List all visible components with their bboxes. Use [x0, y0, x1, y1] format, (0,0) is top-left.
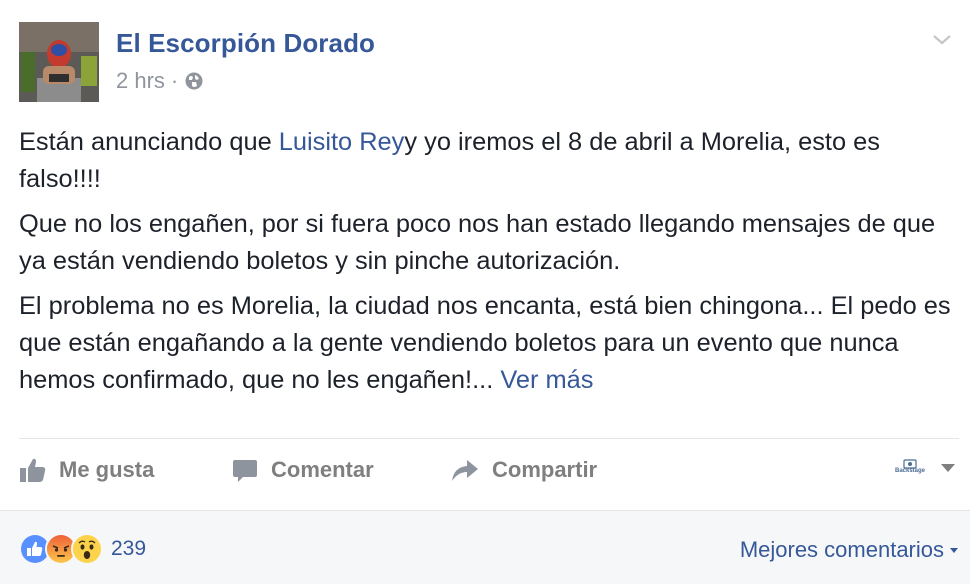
avatar-image: [19, 22, 99, 102]
post-paragraph: Que no los engañen, por si fuera poco no…: [19, 210, 936, 275]
divider: [19, 438, 959, 439]
top-comments-label: Mejores comentarios: [739, 537, 944, 562]
post-paragraph: Están anunciando que Luisito Reyy yo ire…: [19, 124, 954, 198]
comment-label: Comentar: [271, 457, 374, 482]
thumbs-up-icon: [20, 458, 46, 482]
chevron-down-icon[interactable]: [931, 28, 953, 50]
post-header: El Escorpión Dorado 2 hrs ·: [19, 22, 959, 102]
paragraph-text: El problema no es Morelia, la ciudad nos…: [19, 292, 951, 394]
caret-down-icon[interactable]: [939, 458, 957, 478]
like-button[interactable]: Me gusta: [19, 448, 154, 492]
author-avatar[interactable]: [19, 22, 99, 102]
top-comments-dropdown[interactable]: Mejores comentarios: [740, 537, 958, 563]
share-label: Compartir: [492, 457, 598, 482]
paragraph-text: Están anunciando que: [19, 128, 279, 156]
globe-icon[interactable]: [184, 71, 204, 91]
post-timestamp[interactable]: 2 hrs: [116, 68, 165, 94]
post-footer: 239 Mejores comentarios: [0, 510, 970, 584]
action-bar: Me gusta Comentar Compartir Backstage: [19, 448, 959, 492]
meta-separator: ·: [170, 68, 179, 93]
post-meta: 2 hrs ·: [116, 68, 204, 94]
author-name[interactable]: El Escorpión Dorado: [116, 28, 375, 59]
page-badge[interactable]: Backstage: [893, 458, 927, 480]
wow-reaction-icon: [71, 533, 103, 565]
reaction-count: 239: [111, 537, 147, 560]
post-paragraph: El problema no es Morelia, la ciudad nos…: [19, 288, 954, 399]
comment-button[interactable]: Comentar: [231, 448, 374, 492]
comment-icon: [233, 460, 257, 482]
share-arrow-icon: [452, 460, 478, 481]
post-body: Están anunciando que Luisito Reyy yo ire…: [19, 124, 954, 407]
reactions-summary[interactable]: 239: [19, 533, 146, 565]
like-label: Me gusta: [59, 457, 155, 482]
share-button[interactable]: Compartir: [450, 448, 597, 492]
backstage-label: Backstage: [894, 468, 926, 474]
caret-down-icon: [950, 547, 958, 553]
facebook-post: El Escorpión Dorado 2 hrs · Están anunci…: [0, 0, 970, 584]
mention-link[interactable]: Luisito Rey: [279, 128, 405, 156]
see-more-link[interactable]: Ver más: [500, 366, 593, 394]
